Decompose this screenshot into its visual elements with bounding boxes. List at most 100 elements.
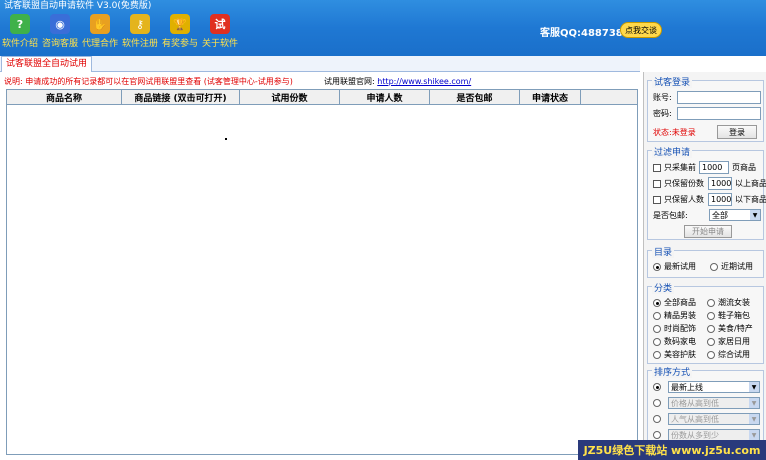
site-label: 试用联盟官网: bbox=[324, 77, 375, 86]
trophy-icon: 🏆 bbox=[170, 14, 190, 34]
chevron-down-icon: ▼ bbox=[750, 210, 760, 220]
toolbar-item-label: 代理合作 bbox=[81, 39, 118, 49]
col-product-link[interactable]: 商品链接 (双击可打开) bbox=[122, 90, 240, 104]
toolbar-item-3[interactable]: ⚷ 软件注册 bbox=[120, 14, 160, 49]
site-link-row: 试用联盟官网: http://www.shikee.com/ bbox=[324, 76, 471, 87]
sort-select[interactable]: 最新上线 ▼ bbox=[668, 381, 760, 393]
category-radio[interactable] bbox=[653, 311, 661, 320]
sort-radio[interactable] bbox=[653, 415, 661, 423]
category-radio[interactable] bbox=[707, 311, 715, 320]
sort-select-value: 人气从高到低 bbox=[671, 414, 719, 424]
toolbar-item-2[interactable]: ✋ 代理合作 bbox=[80, 14, 120, 49]
recent-trial-label: 近期试用 bbox=[721, 262, 753, 271]
collect-pages-checkbox[interactable] bbox=[653, 163, 661, 172]
category-radio[interactable] bbox=[707, 350, 715, 359]
qq-chat-button[interactable]: 点我交谈 bbox=[620, 22, 662, 38]
min-count-input[interactable]: 1000 bbox=[708, 177, 732, 190]
category-option[interactable]: 综合试用 bbox=[707, 349, 750, 360]
max-applicants-suffix: 以下商品 bbox=[735, 195, 766, 204]
password-input[interactable] bbox=[677, 107, 761, 120]
sort-select-value: 价格从高到低 bbox=[671, 398, 719, 408]
collect-pages-label: 只采集前 bbox=[664, 163, 696, 172]
max-applicants-checkbox[interactable] bbox=[653, 195, 661, 204]
sort-radio[interactable] bbox=[653, 431, 661, 439]
category-label: 数码家电 bbox=[664, 337, 696, 346]
sort-option[interactable]: 人气从高到低 ▼ bbox=[653, 413, 760, 425]
handshake-icon: ✋ bbox=[90, 14, 110, 34]
toolbar-item-5[interactable]: 试关于软件 bbox=[200, 14, 240, 49]
sort-option[interactable]: 最新上线 ▼ bbox=[653, 381, 760, 393]
notice-text: 说明: 申请成功的所有记录都可以在官网试用联盟里查看 (试客管理中心-试用参与) bbox=[4, 77, 293, 86]
sort-select[interactable]: 人气从高到低 ▼ bbox=[668, 413, 760, 425]
max-applicants-input[interactable]: 1000 bbox=[708, 193, 732, 206]
toolbar-item-0[interactable]: ? 软件介绍 bbox=[0, 14, 40, 49]
collect-pages-input[interactable]: 1000 bbox=[699, 161, 729, 174]
sort-radio[interactable] bbox=[653, 383, 661, 391]
col-apply-status[interactable]: 申请状态 bbox=[520, 90, 581, 104]
catalog-panel: 目录 最新试用 近期试用 bbox=[647, 245, 764, 278]
login-title: 试客登录 bbox=[652, 75, 693, 88]
category-label: 家居日用 bbox=[718, 337, 750, 346]
help-icon: ? bbox=[10, 14, 30, 34]
chevron-down-icon: ▼ bbox=[749, 382, 759, 392]
free-shipping-select[interactable]: 全部 ▼ bbox=[709, 209, 761, 221]
sort-select[interactable]: 价格从高到低 ▼ bbox=[668, 397, 760, 409]
filter-panel: 过滤申请 只采集前 1000 页商品 只保留份数 1000 以上商品 只保留人数… bbox=[647, 145, 766, 240]
password-label: 密码: bbox=[653, 109, 672, 118]
category-radio[interactable] bbox=[707, 337, 715, 346]
toolbar-item-1[interactable]: ◉ 咨询客服 bbox=[40, 14, 80, 49]
category-option[interactable]: 潮流女装 bbox=[707, 297, 750, 308]
col-applicants[interactable]: 申请人数 bbox=[340, 90, 430, 104]
login-status: 状态:未登录 bbox=[653, 127, 696, 137]
min-count-suffix: 以上商品 bbox=[735, 179, 766, 188]
free-shipping-value: 全部 bbox=[712, 210, 728, 220]
category-label: 潮流女装 bbox=[718, 298, 750, 307]
sort-select-value: 份数从多到少 bbox=[671, 430, 719, 440]
category-label: 综合试用 bbox=[718, 350, 750, 359]
sort-option[interactable]: 价格从高到低 ▼ bbox=[653, 397, 760, 409]
min-count-checkbox[interactable] bbox=[653, 179, 661, 188]
col-product-name[interactable]: 商品名称 bbox=[7, 90, 122, 104]
category-panel: 分类 全部商品 潮流女装 精品男装 鞋子箱包 时尚配饰 美食/特产 数码家电 家居日用 美容护肤… bbox=[647, 281, 764, 364]
category-option[interactable]: 精品男装 bbox=[653, 310, 696, 321]
app-header: 试客联盟自动申请软件 V3.0(免费版) ? 软件介绍 ◉ 咨询客服 ✋ 代理合作 ⚷ 软件注… bbox=[0, 0, 766, 56]
table-header: 商品名称 商品链接 (双击可打开) 试用份数 申请人数 是否包邮 申请状态 bbox=[7, 90, 637, 105]
key-icon: ⚷ bbox=[130, 14, 150, 34]
tab-strip: 试客联盟全自动试用 bbox=[0, 56, 640, 72]
radio-latest-trial[interactable] bbox=[653, 262, 661, 271]
start-apply-button[interactable]: 开始申请 bbox=[684, 225, 732, 238]
category-radio[interactable] bbox=[653, 324, 661, 333]
category-label: 美容护肤 bbox=[664, 350, 696, 359]
results-table[interactable]: 商品名称 商品链接 (双击可打开) 试用份数 申请人数 是否包邮 申请状态 bbox=[6, 89, 638, 455]
category-radio[interactable] bbox=[653, 350, 661, 359]
category-option[interactable]: 美食/特产 bbox=[707, 323, 753, 334]
chevron-down-icon: ▼ bbox=[749, 414, 759, 424]
category-label: 美食/特产 bbox=[718, 324, 753, 333]
sort-radio[interactable] bbox=[653, 399, 661, 407]
radio-recent-trial[interactable] bbox=[710, 262, 718, 271]
category-label: 全部商品 bbox=[664, 298, 696, 307]
login-button[interactable]: 登录 bbox=[717, 125, 757, 139]
tab-auto-trial[interactable]: 试客联盟全自动试用 bbox=[1, 56, 93, 72]
category-option[interactable]: 鞋子箱包 bbox=[707, 310, 750, 321]
category-option[interactable]: 家居日用 bbox=[707, 336, 750, 347]
cursor-dot bbox=[225, 138, 227, 140]
category-label: 鞋子箱包 bbox=[718, 311, 750, 320]
toolbar-item-label: 有奖参与 bbox=[161, 39, 198, 49]
category-option[interactable]: 美容护肤 bbox=[653, 349, 696, 360]
col-free-shipping[interactable]: 是否包邮 bbox=[430, 90, 520, 104]
category-option[interactable]: 时尚配饰 bbox=[653, 323, 696, 334]
category-option[interactable]: 全部商品 bbox=[653, 297, 696, 308]
toolbar-item-label: 软件注册 bbox=[121, 39, 158, 49]
category-radio[interactable] bbox=[707, 324, 715, 333]
chevron-down-icon: ▼ bbox=[749, 398, 759, 408]
category-radio[interactable] bbox=[653, 337, 661, 346]
toolbar-item-4[interactable]: 🏆 有奖参与 bbox=[160, 14, 200, 49]
sort-select-value: 最新上线 bbox=[671, 382, 703, 392]
category-radio[interactable] bbox=[653, 298, 661, 307]
category-option[interactable]: 数码家电 bbox=[653, 336, 696, 347]
category-radio[interactable] bbox=[707, 298, 715, 307]
site-link[interactable]: http://www.shikee.com/ bbox=[377, 77, 471, 86]
col-trial-count[interactable]: 试用份数 bbox=[240, 90, 340, 104]
account-input[interactable] bbox=[677, 91, 761, 104]
